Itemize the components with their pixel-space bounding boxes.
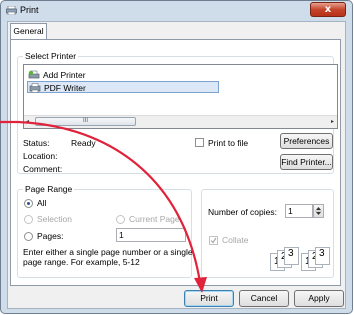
print-button[interactable]: Print (184, 290, 234, 307)
page-3-icon: 3 (284, 247, 299, 265)
copies-input[interactable]: 1 (285, 204, 313, 218)
scroll-right-icon[interactable]: ▸ (331, 118, 334, 125)
find-printer-button[interactable]: Find Printer... (280, 154, 333, 170)
collate-stack-2: 1 2 3 (301, 247, 331, 271)
current-page-label: Current Page (129, 214, 180, 224)
spinner-arrows-icon (315, 207, 322, 215)
page-range-help-line2: page range. For example, 5-12 (23, 257, 140, 267)
printer-item-pdf-writer[interactable]: PDF Writer (27, 81, 219, 93)
close-button[interactable]: x (310, 2, 346, 17)
all-label: All (37, 198, 47, 208)
printer-icon (6, 6, 17, 15)
cancel-button[interactable]: Cancel (239, 290, 289, 307)
checkmark-icon (210, 237, 217, 244)
collate-stack-1: 1 2 3 (270, 247, 300, 271)
page-range-help-line1: Enter either a single page number or a s… (23, 247, 193, 257)
comment-label: Comment: (23, 164, 63, 174)
grip-icon: III (82, 118, 88, 124)
printer-name: Add Printer (43, 70, 86, 80)
window-title: Print (20, 5, 39, 15)
printer-list[interactable]: Add Printer PDF Writer ◂ III ▸ (23, 64, 338, 129)
printer-name: PDF Writer (44, 83, 86, 93)
page-range-group: Page Range All Selection Current Page Pa… (17, 184, 193, 278)
scroll-thumb[interactable]: III (35, 117, 136, 126)
printer-item-add-printer[interactable]: Add Printer (27, 69, 133, 81)
tab-general[interactable]: General (10, 23, 47, 40)
dialog-client-area: General Select Printer Add Printer PDF W… (7, 21, 346, 309)
scroll-left-icon[interactable]: ◂ (26, 118, 29, 125)
print-to-file-checkbox[interactable] (195, 138, 204, 147)
preferences-button[interactable]: Preferences (280, 133, 333, 149)
status-label: Status: (23, 138, 50, 148)
location-label: Location: (23, 151, 58, 161)
radio-current-page[interactable] (116, 215, 125, 224)
horizontal-scrollbar[interactable]: ◂ III ▸ (24, 115, 337, 128)
status-value: Ready (71, 138, 96, 148)
collate-label: Collate (222, 235, 249, 245)
pages-label: Pages: (37, 231, 64, 241)
radio-selection[interactable] (24, 215, 33, 224)
select-printer-group: Select Printer Add Printer PDF Writer ◂ … (17, 51, 338, 174)
radio-pages[interactable] (24, 232, 33, 241)
general-tab-panel: Select Printer Add Printer PDF Writer ◂ … (10, 39, 341, 286)
add-printer-icon (28, 70, 40, 79)
selection-label: Selection (37, 214, 72, 224)
copies-spinner[interactable] (313, 204, 324, 218)
close-icon: x (324, 4, 332, 15)
copies-group: Number of copies: 1 Collate 1 (201, 189, 334, 278)
printer-icon (29, 83, 41, 93)
apply-button[interactable]: Apply (294, 290, 344, 307)
title-bar[interactable]: Print x (1, 1, 352, 21)
select-printer-label: Select Printer (23, 51, 79, 61)
number-of-copies-label: Number of copies: (208, 207, 277, 217)
print-to-file-label: Print to file (208, 138, 249, 148)
collate-checkbox[interactable] (209, 236, 218, 245)
print-dialog-window: Print x General Select Printer Add Print (0, 0, 353, 314)
page-range-label: Page Range (23, 184, 75, 194)
page-3-icon: 3 (315, 247, 330, 265)
radio-all[interactable] (24, 199, 33, 208)
pages-input[interactable]: 1 (116, 228, 186, 242)
